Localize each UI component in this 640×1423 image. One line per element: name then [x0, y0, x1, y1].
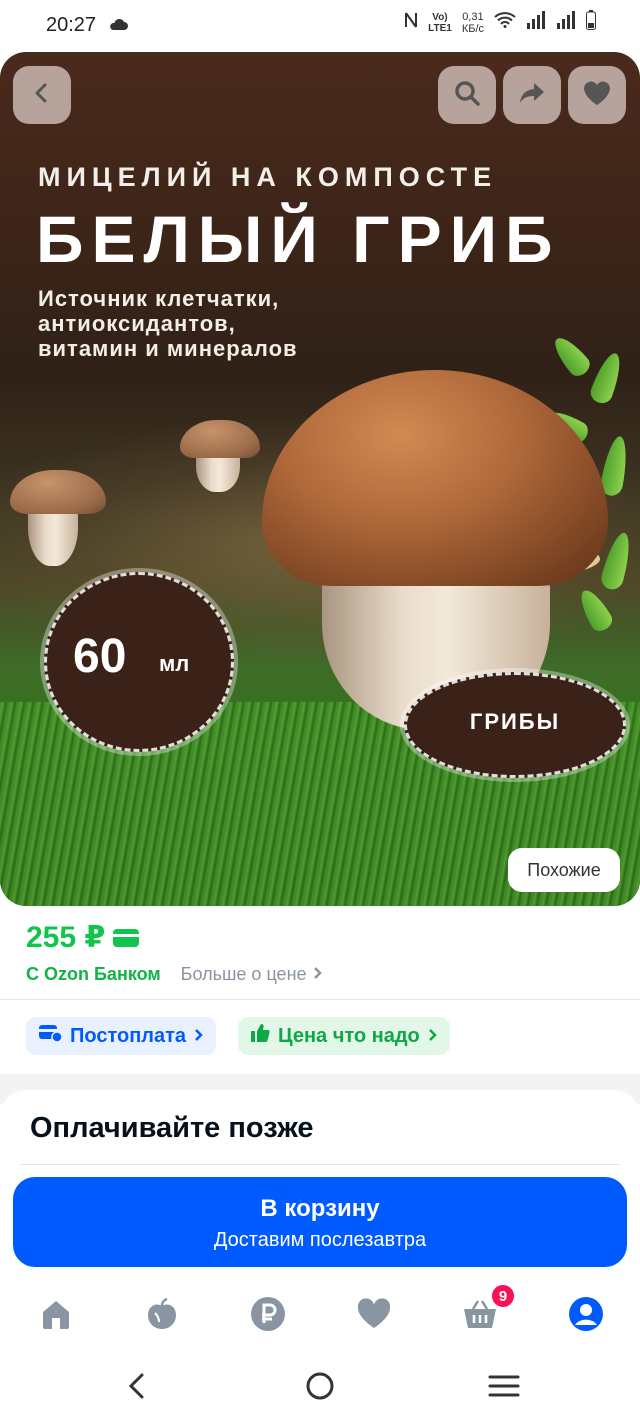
nfc-icon: [404, 11, 418, 34]
volume-badge: 60 мл: [44, 572, 234, 752]
ozon-bank-label[interactable]: С Ozon Банком: [26, 964, 161, 985]
hero-subtitle: МИЦЕЛИЙ НА КОМПОСТЕ: [38, 162, 498, 192]
system-back-button[interactable]: [116, 1370, 156, 1406]
system-home-button[interactable]: [300, 1370, 340, 1406]
share-icon: [517, 78, 547, 113]
similar-button[interactable]: Похожие: [508, 848, 620, 892]
status-bar: 20:27 Vo) LTE1 0,31 КБ/с: [0, 0, 640, 52]
system-recents-button[interactable]: [484, 1370, 524, 1406]
tab-fresh[interactable]: [140, 1294, 184, 1338]
tab-favorites[interactable]: [352, 1294, 396, 1338]
home-circle-icon: [305, 1371, 335, 1406]
divider: [20, 1164, 620, 1165]
postpay-icon: [38, 1024, 63, 1048]
favorite-button[interactable]: [568, 66, 626, 124]
status-time: 20:27: [46, 14, 97, 36]
category-badge: ГРИБЫ: [404, 672, 626, 778]
search-icon: [452, 78, 482, 113]
thumbs-up-icon: [250, 1023, 270, 1049]
share-button[interactable]: [503, 66, 561, 124]
fair-price-chip[interactable]: Цена что надо: [238, 1017, 450, 1055]
add-to-cart-button[interactable]: В корзину Доставим послезавтра: [13, 1177, 627, 1267]
back-chevron-icon: [126, 1372, 146, 1405]
card-icon: [113, 928, 140, 947]
product-image[interactable]: МИЦЕЛИЙ НА КОМПОСТЕ БЕЛЫЙ ГРИБ Источник …: [0, 52, 640, 906]
signal-icon: [526, 11, 546, 34]
wifi-icon: [494, 12, 516, 33]
tab-profile[interactable]: [564, 1294, 608, 1338]
price-row[interactable]: 255 ₽: [26, 920, 140, 955]
signal-icon-2: [556, 11, 576, 34]
fresh-icon: [145, 1297, 179, 1336]
hero-description: Источник клетчатки, антиоксидантов, вита…: [38, 286, 298, 361]
menu-icon: [488, 1374, 520, 1403]
search-button[interactable]: [438, 66, 496, 124]
system-nav-bar: [0, 1352, 640, 1423]
network-speed: 0,31 КБ/с: [461, 10, 484, 35]
tab-home[interactable]: [34, 1294, 78, 1338]
chevron-right-icon: [313, 964, 323, 985]
tab-finance[interactable]: [246, 1294, 290, 1338]
add-to-cart-label: В корзину: [260, 1195, 380, 1222]
price-value: 255 ₽: [26, 921, 106, 954]
divider: [0, 999, 640, 1000]
home-icon: [39, 1298, 73, 1335]
ruble-icon: [250, 1296, 286, 1337]
cloud-icon: [108, 18, 128, 36]
back-arrow-icon: [30, 81, 54, 110]
favorites-icon: [356, 1297, 392, 1335]
network-type: Vo) LTE1: [428, 11, 452, 34]
delivery-label: Доставим послезавтра: [213, 1229, 427, 1251]
cart-count-badge: 9: [490, 1283, 516, 1309]
pay-later-title: Оплачивайте позже: [30, 1112, 314, 1144]
more-price-link[interactable]: Больше о цене: [181, 964, 323, 985]
postpay-chip[interactable]: Постоплата: [26, 1017, 217, 1055]
bank-row: С Ozon Банком Больше о цене: [26, 964, 323, 985]
chevron-right-icon: [428, 1025, 438, 1048]
back-button[interactable]: [13, 66, 71, 124]
tab-bar: [0, 1280, 640, 1350]
hero-title: БЕЛЫЙ ГРИБ: [36, 202, 561, 276]
battery-icon: [586, 10, 596, 35]
chevron-right-icon: [194, 1025, 204, 1048]
profile-icon: [568, 1296, 604, 1337]
heart-icon: [582, 79, 612, 112]
